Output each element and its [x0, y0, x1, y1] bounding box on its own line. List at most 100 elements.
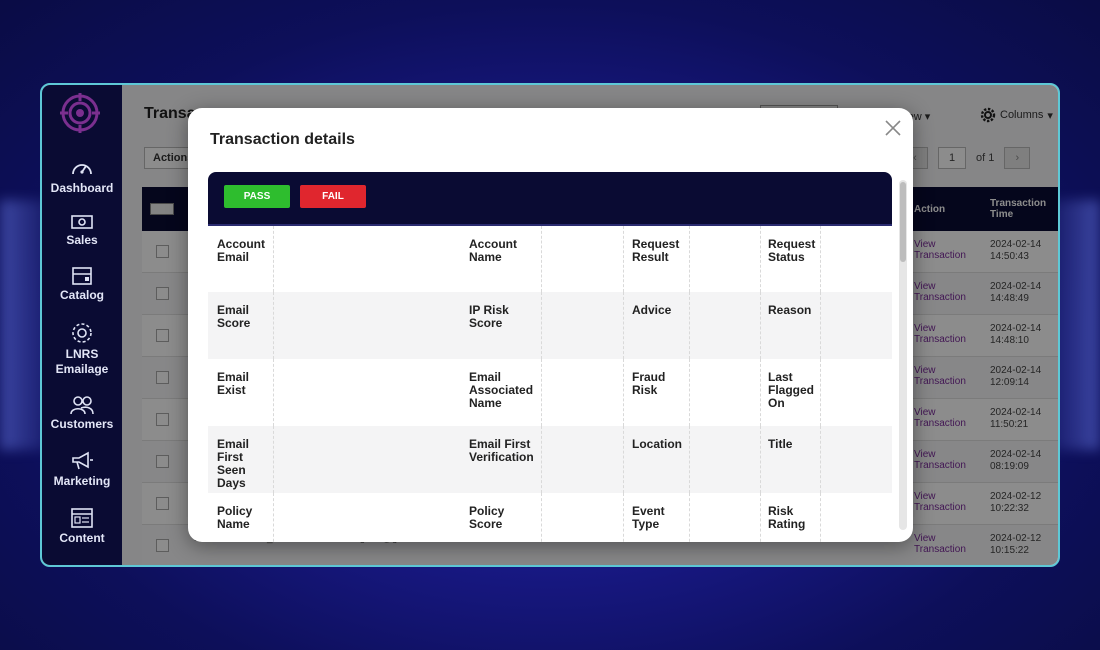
sidebar-item-content[interactable]: Content — [42, 507, 122, 546]
column-separator — [820, 226, 821, 292]
column-separator — [623, 292, 624, 359]
column-separator — [820, 292, 821, 359]
detail-row: Email Score IP Risk Score Advice Reason — [208, 292, 892, 359]
detail-row: Policy Name Policy Score Event Type Risk Rating — [208, 493, 892, 542]
detail-label-line: Name — [217, 517, 250, 531]
detail-label: Fraud Risk — [632, 371, 665, 397]
customers-icon — [70, 396, 94, 415]
details-grid: Account Email Account Name Request Result Requ… — [208, 226, 892, 542]
status-bar: PASS FAIL — [208, 172, 892, 226]
detail-label-line: Email — [217, 250, 250, 264]
column-separator — [541, 292, 542, 359]
sidebar-label: Emailage — [55, 362, 109, 376]
detail-row: Account Email Account Name Request Result Requ… — [208, 226, 892, 292]
logo-icon — [60, 93, 100, 133]
detail-label-line: On — [768, 396, 785, 410]
detail-label: Policy Score — [469, 505, 504, 531]
column-separator — [820, 493, 821, 542]
column-separator — [760, 292, 761, 359]
money-icon — [71, 215, 93, 229]
scrollbar-thumb[interactable] — [900, 182, 906, 262]
detail-label-line: Score — [469, 316, 503, 330]
detail-label-line: Risk — [632, 383, 658, 397]
pass-button[interactable]: PASS — [224, 185, 290, 208]
column-separator — [820, 359, 821, 426]
sidebar: Dashboard Sales Catalog LNRS Emailage Cu… — [42, 85, 122, 565]
transaction-details-modal: Transaction details PASS FAIL Account Ema… — [188, 108, 913, 542]
gear-icon — [72, 323, 92, 343]
sidebar-item-marketing[interactable]: Marketing — [42, 450, 122, 489]
detail-label: Email Score — [217, 304, 250, 330]
sidebar-label: LNRS — [65, 347, 99, 361]
detail-label: Email Associated Name — [469, 371, 533, 410]
column-separator — [541, 426, 542, 493]
detail-label-line: Status — [768, 250, 805, 264]
close-icon[interactable] — [883, 118, 903, 138]
sidebar-label: Marketing — [53, 474, 111, 488]
detail-label: Location — [632, 438, 682, 451]
column-separator — [820, 426, 821, 493]
detail-label-line: Reason — [768, 303, 812, 317]
sidebar-label: Sales — [66, 233, 98, 247]
detail-label: Advice — [632, 304, 671, 317]
column-separator — [689, 493, 690, 542]
sidebar-label: Dashboard — [50, 181, 114, 195]
modal-scrollbar[interactable] — [899, 180, 907, 530]
column-separator — [689, 226, 690, 292]
detail-label-line: Rating — [768, 517, 806, 531]
fail-button[interactable]: FAIL — [300, 185, 366, 208]
detail-label-line: Exist — [217, 383, 246, 397]
column-separator — [689, 426, 690, 493]
detail-label-line: Days — [217, 476, 246, 490]
detail-label-line: Result — [632, 250, 669, 264]
sidebar-label: Customers — [50, 417, 114, 431]
sidebar-item-dashboard[interactable]: Dashboard — [42, 157, 122, 196]
column-separator — [760, 426, 761, 493]
detail-label: Account Email — [217, 238, 265, 264]
detail-label: Last Flagged On — [768, 371, 814, 410]
megaphone-icon — [72, 451, 93, 470]
column-separator — [273, 292, 274, 359]
content-icon — [71, 508, 93, 528]
column-separator — [623, 359, 624, 426]
column-separator — [273, 493, 274, 542]
column-separator — [760, 493, 761, 542]
detail-label-line: Location — [632, 437, 682, 451]
detail-row: Email First Seen Days Email First Verificatio… — [208, 426, 892, 493]
column-separator — [623, 426, 624, 493]
dashboard-icon — [72, 164, 92, 175]
detail-label-line: Name — [469, 250, 502, 264]
detail-label-line: Verification — [469, 450, 534, 464]
column-separator — [273, 426, 274, 493]
sidebar-item-catalog[interactable]: Catalog — [42, 266, 122, 303]
column-separator — [541, 226, 542, 292]
detail-label: Policy Name — [217, 505, 252, 531]
detail-label: IP Risk Score — [469, 304, 509, 330]
detail-label: Email First Verification — [469, 438, 534, 464]
column-separator — [760, 359, 761, 426]
detail-label: Email Exist — [217, 371, 249, 397]
modal-title: Transaction details — [210, 131, 355, 148]
column-separator — [541, 359, 542, 426]
column-separator — [623, 226, 624, 292]
detail-label-line: Name — [469, 396, 502, 410]
detail-label-line: Title — [768, 437, 793, 451]
catalog-icon — [72, 267, 92, 285]
detail-label: Account Name — [469, 238, 517, 264]
detail-label-line: Score — [217, 316, 251, 330]
sidebar-label: Content — [59, 531, 105, 545]
sidebar-item-customers[interactable]: Customers — [42, 395, 122, 432]
detail-label-line: Advice — [632, 303, 672, 317]
sidebar-item-lnrs-emailage[interactable]: LNRS Emailage — [42, 321, 122, 377]
column-separator — [623, 493, 624, 542]
column-separator — [273, 359, 274, 426]
detail-label: Reason — [768, 304, 811, 317]
column-separator — [541, 493, 542, 542]
sidebar-item-sales[interactable]: Sales — [42, 213, 122, 248]
detail-label-line: Score — [469, 517, 503, 531]
column-separator — [689, 359, 690, 426]
detail-label: Request Status — [768, 238, 815, 264]
column-separator — [760, 226, 761, 292]
column-separator — [689, 292, 690, 359]
detail-label: Title — [768, 438, 792, 451]
